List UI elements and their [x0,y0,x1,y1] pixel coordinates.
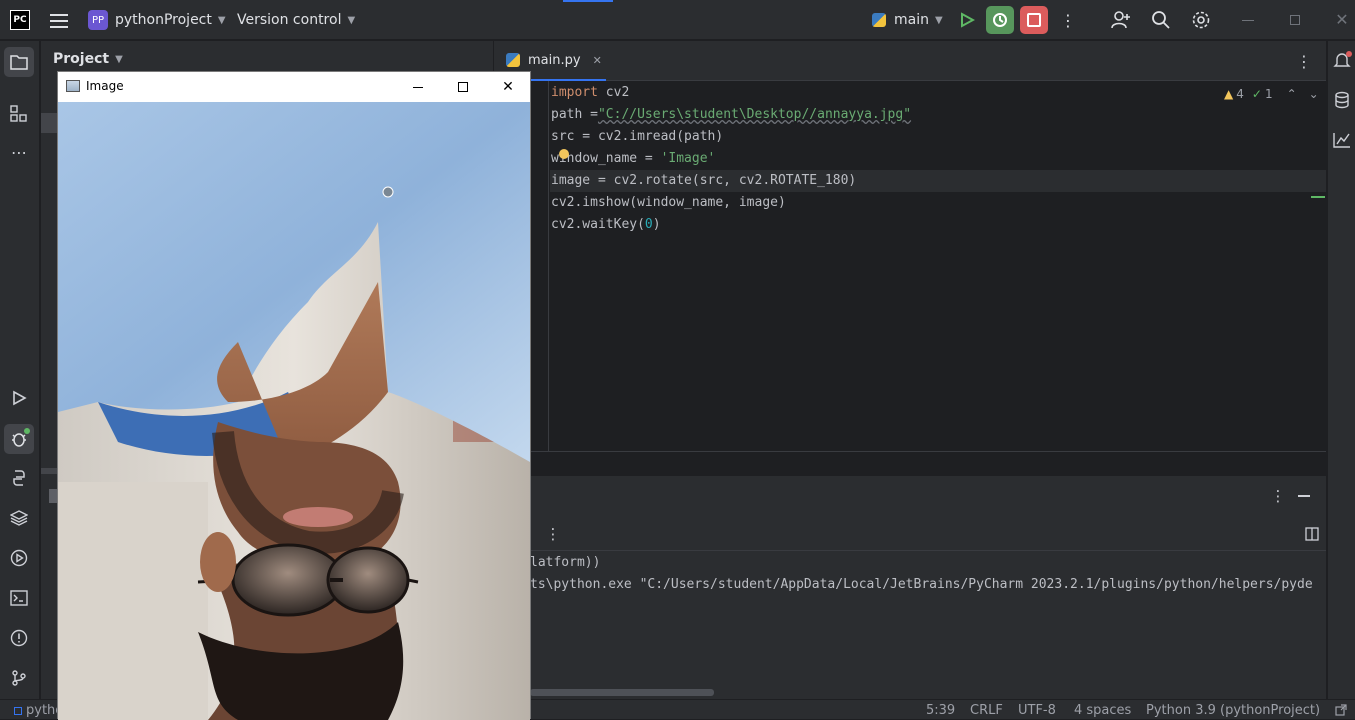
editor-h-scroll-area [494,451,1326,476]
search-icon[interactable] [1150,9,1172,31]
git-icon[interactable] [8,667,30,689]
code-area: import cv2 path ="C://Users\student\Desk… [551,82,911,236]
window-close-icon[interactable]: ✕ [496,76,520,98]
code-line-7: cv2.waitKey(0) [551,217,661,232]
python-console-icon[interactable] [8,467,30,489]
change-marker [1311,196,1325,198]
layers-icon[interactable] [8,507,30,529]
main-menu-icon[interactable] [50,12,68,28]
tool-options-icon[interactable]: ⋮ [1270,486,1286,506]
rotated-photo [58,102,530,720]
version-control-menu[interactable]: Version control ▼ [237,9,355,31]
file-encoding[interactable]: UTF-8 [1018,703,1056,718]
code-line-2: path ="C://Users\student\Desktop//annayy… [551,107,912,122]
module-icon [14,706,22,715]
database-icon[interactable] [1331,89,1353,111]
gear-icon[interactable] [1190,9,1212,31]
project-selector[interactable]: PP pythonProject ▼ [88,9,226,31]
chevron-up-icon[interactable]: ⌃ [1287,87,1297,101]
code-line-1: import cv2 [551,85,630,100]
gutter-separator [548,81,549,451]
right-tool-strip [1327,41,1355,699]
run-tool-header: ⋮ [494,476,1326,516]
close-tab-icon[interactable]: ✕ [593,54,602,67]
warning-icon: ▲ [1224,87,1234,101]
left-tool-strip: ⋯ [0,41,40,699]
rotated-portrait-image [58,102,530,720]
window-minimize-icon[interactable] [406,76,430,98]
debug-button[interactable] [986,6,1014,34]
run-console[interactable]: ⋮ latform)) ts\python.exe "C:/Users/stud… [494,516,1326,699]
line-separator[interactable]: CRLF [970,703,1003,718]
image-window[interactable]: Image ✕ [57,71,531,720]
close-icon[interactable]: ✕ [1334,10,1350,29]
services-icon[interactable] [8,547,30,569]
more-actions-icon[interactable]: ⋮ [1060,10,1076,30]
chevron-down-icon[interactable]: ⌄ [1309,87,1319,101]
layout-icon[interactable] [1304,526,1320,542]
more-tools-icon[interactable]: ⋯ [8,141,30,163]
debug-tool-icon[interactable] [4,424,34,454]
lightbulb-icon[interactable] [559,149,569,159]
stop-icon [1027,13,1041,27]
notifications-icon[interactable] [1331,49,1353,71]
stop-button[interactable] [1020,6,1048,34]
project-folder-icon[interactable] [4,47,34,77]
hide-panel-icon[interactable] [1294,486,1314,506]
inspection-widget[interactable]: ▲ 4 ✓ 1 ⌃ ⌄ [1224,87,1319,101]
structure-icon[interactable] [8,103,30,125]
project-selection-marker [41,113,57,133]
chevron-down-icon: ▼ [934,14,943,26]
python-icon [872,13,886,27]
title-bar: PC PP pythonProject ▼ Version control ▼ … [0,0,1355,40]
image-window-titlebar[interactable]: Image ✕ [58,72,530,102]
title-accent-line [563,0,613,2]
code-line-3: src = cv2.imread(path) [551,129,724,144]
code-line-5: image = cv2.rotate(src, cv2.ROTATE_180) [551,173,857,188]
code-line-6: cv2.imshow(window_name, image) [551,195,786,210]
code-line-4: window_name = 'Image' [551,151,716,166]
image-window-title: Image [86,79,124,93]
minimize-icon[interactable] [1240,12,1256,28]
console-line-1: latform)) [530,555,601,570]
status-breadcrumb[interactable]: pytho [14,703,63,718]
console-toolbar-divider [494,550,1326,551]
chevron-down-icon: ▼ [217,14,226,26]
debug-rerun-icon [993,13,1007,27]
editor-tab-bar: main.py ✕ ⋮ [494,41,1326,81]
window-maximize-icon[interactable] [451,76,475,98]
read-only-toggle-icon[interactable] [1334,703,1348,717]
check-icon: ✓ [1251,87,1262,101]
project-panel-header[interactable]: Project ▼ [53,51,123,67]
chevron-down-icon: ▼ [115,53,123,65]
console-more-icon[interactable]: ⋮ [546,524,561,544]
caret-position[interactable]: 5:39 [926,703,955,718]
restore-icon[interactable] [1287,12,1303,28]
play-icon [961,12,975,28]
python-file-icon [506,53,520,67]
run-tool-icon[interactable] [8,387,30,409]
terminal-icon[interactable] [8,587,30,609]
console-line-2: ts\python.exe "C:/Users/student/AppData/… [530,577,1313,592]
editor-options-icon[interactable]: ⋮ [1294,51,1314,71]
window-app-icon [66,80,80,92]
console-h-scrollbar[interactable] [530,689,714,696]
pycharm-logo-icon[interactable]: PC [10,10,30,30]
run-config-selector[interactable]: main ▼ [872,9,943,31]
indent-setting[interactable]: 4 spaces [1074,703,1131,718]
code-editor[interactable]: import cv2 path ="C://Users\student\Desk… [494,41,1326,451]
run-button[interactable] [955,8,979,32]
interpreter-selector[interactable]: Python 3.9 (pythonProject) [1146,703,1320,718]
sciview-icon[interactable] [1331,129,1353,151]
problems-icon[interactable] [8,627,30,649]
project-badge: PP [88,10,108,30]
add-user-icon[interactable] [1110,9,1132,31]
chevron-down-icon: ▼ [347,14,356,26]
